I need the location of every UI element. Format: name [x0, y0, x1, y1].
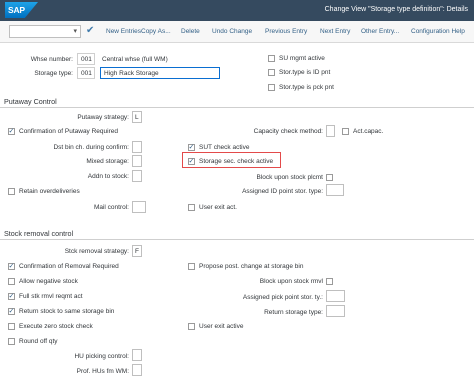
other-entry-button[interactable]: Other Entry... [361, 28, 399, 35]
sut-check-label: SUT check active [199, 144, 250, 151]
storage-type-label: Storage type: [34, 70, 73, 77]
section-divider [0, 107, 474, 108]
storage-type-description-field[interactable]: High Rack Storage [100, 67, 220, 79]
block-upon-stock-plcmt-checkbox[interactable] [326, 174, 333, 181]
user-exit-act-label: User exit act. [199, 204, 237, 211]
putaway-strategy-label: Putaway strategy: [77, 114, 129, 121]
mixed-storage-field[interactable] [132, 155, 142, 167]
copy-as-button[interactable]: Copy As... [141, 28, 171, 35]
stock-removal-control-title: Stock removal control [4, 229, 74, 238]
round-off-qty-label: Round off qty [19, 338, 58, 345]
sap-logo-text: SAP [8, 5, 25, 15]
page-title: Change View "Storage type definition": D… [324, 6, 468, 13]
capacity-check-method-label: Capacity check method: [253, 128, 323, 135]
act-capac-label: Act.capac. [353, 128, 384, 135]
mixed-storage-label: Mixed storage: [86, 158, 129, 165]
putaway-control-title: Putaway Control [4, 97, 57, 106]
storage-sec-check-label: Storage sec. check active [199, 158, 274, 165]
block-upon-stock-rmvl-label: Block upon stock rmvl [259, 278, 323, 285]
mail-control-field[interactable] [132, 201, 146, 213]
next-entry-button[interactable]: Next Entry [320, 28, 350, 35]
whse-number-field[interactable]: 001 [77, 53, 95, 65]
stock-removal-strategy-label: Stck removal strategy: [64, 248, 129, 255]
stor-type-pck-pnt-checkbox[interactable] [268, 84, 275, 91]
execute-zero-stock-label: Execute zero stock check [19, 323, 93, 330]
hu-picking-control-field[interactable] [132, 349, 142, 361]
shell-bar: SAP Change View "Storage type definition… [0, 0, 474, 21]
dst-bin-field[interactable] [132, 141, 142, 153]
prof-hus-label: Prof. HUs fm WM: [76, 368, 129, 375]
assigned-pick-point-label: Assigned pick point stor. ty.: [242, 294, 323, 301]
assigned-id-point-field[interactable] [326, 184, 344, 196]
block-upon-stock-rmvl-checkbox[interactable] [326, 278, 333, 285]
propose-post-change-label: Propose post. change at storage bin [199, 263, 304, 270]
sap-logo[interactable]: SAP [5, 2, 38, 18]
dst-bin-label: Dst bin ch. during confirm: [53, 144, 129, 151]
storage-type-field[interactable]: 001 [77, 67, 95, 79]
round-off-qty-checkbox[interactable] [8, 338, 15, 345]
configuration-help-button[interactable]: Configuration Help [411, 28, 465, 35]
confirmation-removal-label: Confirmation of Removal Required [19, 263, 119, 270]
return-storage-type-field[interactable] [326, 305, 345, 317]
return-storage-type-label: Return storage type: [264, 309, 323, 316]
allow-negative-stock-checkbox[interactable] [8, 278, 15, 285]
storage-sec-check-checkbox[interactable] [188, 157, 195, 165]
undo-change-button[interactable]: Undo Change [212, 28, 252, 35]
putaway-strategy-field[interactable]: L [132, 111, 142, 123]
addn-to-stock-label: Addn to stock: [87, 173, 129, 180]
confirmation-putaway-label: Confirmation of Putaway Required [19, 128, 118, 135]
block-upon-stock-plcmt-label: Block upon stock plcmt [256, 174, 323, 181]
allow-negative-stock-label: Allow negative stock [19, 278, 78, 285]
user-exit-active-checkbox[interactable] [188, 323, 195, 330]
stor-type-id-pnt-label: Stor.type is ID pnt [279, 69, 331, 76]
su-mgmt-active-checkbox[interactable] [268, 55, 275, 62]
su-mgmt-active-label: SU mgmt active [279, 55, 325, 62]
delete-button[interactable]: Delete [181, 28, 200, 35]
user-exit-active-label: User exit active [199, 323, 244, 330]
chevron-down-icon[interactable]: ▾ [73, 27, 77, 35]
propose-post-change-checkbox[interactable] [188, 263, 195, 270]
prof-hus-field[interactable] [132, 364, 142, 376]
assigned-pick-point-field[interactable] [326, 290, 345, 302]
addn-to-stock-field[interactable] [132, 170, 142, 182]
return-stock-label: Return stock to same storage bin [19, 308, 115, 315]
mail-control-label: Mail control: [93, 204, 129, 211]
act-capac-checkbox[interactable] [342, 128, 349, 135]
retain-overdeliveries-label: Retain overdeliveries [19, 188, 80, 195]
confirmation-removal-checkbox[interactable] [8, 262, 15, 270]
whse-number-label: Whse number: [30, 56, 73, 63]
application-toolbar: ▾ ✔ New Entries Copy As... Delete Undo C… [0, 21, 474, 43]
section-divider [0, 239, 474, 240]
new-entries-button[interactable]: New Entries [106, 28, 141, 35]
command-field[interactable]: ▾ [9, 25, 81, 38]
return-stock-checkbox[interactable] [8, 307, 15, 315]
hu-picking-control-label: HU picking control: [74, 353, 129, 360]
sut-check-checkbox[interactable] [188, 143, 195, 151]
user-exit-act-checkbox[interactable] [188, 204, 195, 211]
stor-type-id-pnt-checkbox[interactable] [268, 69, 275, 76]
previous-entry-button[interactable]: Previous Entry [265, 28, 307, 35]
full-stk-rmvl-label: Full stk rmvl reqmt act [19, 293, 83, 300]
execute-zero-stock-checkbox[interactable] [8, 323, 15, 330]
confirmation-putaway-checkbox[interactable] [8, 127, 15, 135]
stor-type-pck-pnt-label: Stor.type is pck pnt [279, 84, 334, 91]
check-icon[interactable]: ✔ [86, 26, 96, 36]
full-stk-rmvl-checkbox[interactable] [8, 292, 15, 300]
capacity-check-method-field[interactable] [326, 125, 335, 137]
whse-description: Central whse (full WM) [102, 56, 168, 63]
retain-overdeliveries-checkbox[interactable] [8, 188, 15, 195]
assigned-id-point-label: Assigned ID point stor. type: [242, 188, 323, 195]
stock-removal-strategy-field[interactable]: F [132, 245, 142, 257]
